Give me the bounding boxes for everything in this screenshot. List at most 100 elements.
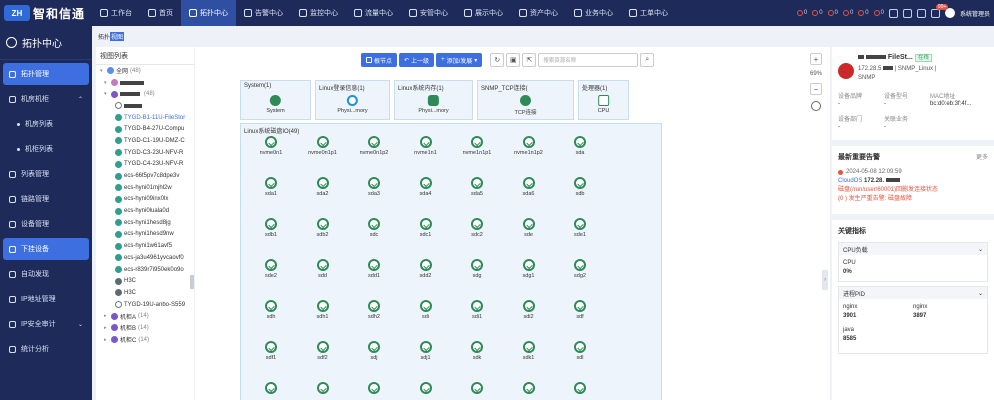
status-counter[interactable]: 0: [873, 10, 884, 16]
disk-node[interactable]: sdf: [560, 300, 600, 320]
disk-node[interactable]: [251, 382, 291, 396]
tab-9[interactable]: 业务中心: [566, 0, 621, 26]
tree-toggle-icon[interactable]: ▾: [104, 80, 109, 86]
status-counter[interactable]: 0: [842, 10, 853, 16]
disk-node[interactable]: sde1: [560, 218, 600, 238]
tree-node[interactable]: TYGD-C3-23U-NFV-R: [96, 147, 194, 159]
tree-node[interactable]: TYGD-C1-19U-DMZ-C: [96, 135, 194, 147]
disk-node[interactable]: [303, 382, 343, 396]
tree-node[interactable]: ▸ 机柜C (14): [96, 334, 194, 346]
disk-node[interactable]: sdb2: [303, 218, 343, 238]
tree-node[interactable]: ecs-66t5pv7c8dpe3v: [96, 170, 194, 182]
tree-node[interactable]: H3C: [96, 275, 194, 287]
tab-2[interactable]: 拓扑中心: [181, 0, 236, 26]
disk-node[interactable]: sdi: [406, 300, 446, 320]
tree-node[interactable]: ecs-ja3u4961yvcaovf0: [96, 252, 194, 264]
tree-node[interactable]: H3C: [96, 287, 194, 299]
tab-8[interactable]: 资产中心: [511, 0, 566, 26]
tree-toggle-icon[interactable]: ▸: [104, 337, 109, 343]
disk-node[interactable]: sdb: [560, 177, 600, 197]
sidebar-item[interactable]: 下挂设备: [3, 238, 89, 260]
fullscreen-icon[interactable]: [888, 8, 898, 18]
tree-node[interactable]: TYGD-B4-27U-Compu: [96, 123, 194, 135]
disk-node[interactable]: sda3: [354, 177, 394, 197]
group-box[interactable]: System(1) System: [240, 80, 311, 120]
sidebar-item[interactable]: 自动发现: [3, 263, 89, 285]
disk-node[interactable]: sdj1: [406, 341, 446, 361]
disk-node[interactable]: sde2: [251, 259, 291, 279]
tree-node[interactable]: ecs-hyni01mjhl2w: [96, 182, 194, 194]
disk-node[interactable]: sdc: [354, 218, 394, 238]
disk-node[interactable]: sdh: [251, 300, 291, 320]
group-node[interactable]: CPU: [598, 95, 609, 114]
disk-node[interactable]: sdc1: [406, 218, 446, 238]
tree-node[interactable]: ecs-hyni0luala0d: [96, 205, 194, 217]
group-node[interactable]: System: [266, 95, 285, 114]
disk-node[interactable]: sda: [560, 136, 600, 156]
sidebar-item[interactable]: 链路管理: [3, 188, 89, 210]
status-counter[interactable]: 0: [827, 10, 838, 16]
disk-node[interactable]: [457, 382, 497, 396]
disk-node[interactable]: sda4: [406, 177, 446, 197]
zoom-out-button[interactable]: −: [810, 83, 822, 95]
disk-node[interactable]: sdg: [457, 259, 497, 279]
disk-node[interactable]: sdb1: [251, 218, 291, 238]
export-button[interactable]: ⇱: [522, 53, 537, 67]
theme-icon[interactable]: [902, 8, 912, 18]
disk-node[interactable]: [560, 382, 600, 396]
tree-node[interactable]: ▾ 全网 (48): [96, 65, 194, 77]
tree-toggle-icon[interactable]: ▾: [100, 68, 105, 74]
search-input[interactable]: 搜索资源名称: [538, 53, 639, 67]
disk-node[interactable]: sda5: [457, 177, 497, 197]
disk-node[interactable]: sda1: [251, 177, 291, 197]
disk-node[interactable]: nvme0n1: [251, 136, 291, 156]
search-button[interactable]: ⌕: [640, 53, 655, 67]
disk-node[interactable]: nvme1n1p1: [457, 136, 497, 156]
tree-node[interactable]: TYGD-19U-anbo-S559: [96, 299, 194, 311]
tree-node[interactable]: ecs-hyni1hesd9nw: [96, 229, 194, 241]
disk-node[interactable]: sdf2: [303, 341, 343, 361]
root-node-button[interactable]: 根节点: [361, 53, 398, 67]
pid-header[interactable]: 进程PID ⌄: [839, 287, 987, 299]
disk-node[interactable]: sdj: [354, 341, 394, 361]
save-button[interactable]: ▣: [506, 53, 521, 67]
disk-node[interactable]: sdd: [303, 259, 343, 279]
disk-node[interactable]: nvme1n1p2: [509, 136, 549, 156]
disk-node[interactable]: sde: [509, 218, 549, 238]
tab-3[interactable]: 告警中心: [236, 0, 291, 26]
group-box[interactable]: 处理器(1) CPU: [578, 80, 629, 120]
tree-toggle-icon[interactable]: ▾: [104, 91, 109, 97]
disk-node[interactable]: sdf1: [251, 341, 291, 361]
disk-node[interactable]: nvme1n1: [406, 136, 446, 156]
tree-node[interactable]: ecs-hyni1hesd8jg: [96, 217, 194, 229]
group-box[interactable]: SNMP_TCP连接(TCP连接: [477, 80, 574, 120]
group-node[interactable]: TCP连接: [514, 95, 537, 116]
disk-node[interactable]: sdd2: [406, 259, 446, 279]
avatar[interactable]: [944, 8, 955, 18]
breadcrumb-prefix[interactable]: 拓扑: [98, 32, 110, 41]
tree-node[interactable]: ▾: [96, 77, 194, 89]
sidebar-item[interactable]: 拓扑管理: [3, 63, 89, 85]
disk-node[interactable]: [509, 382, 549, 396]
tree-node[interactable]: [96, 100, 194, 112]
alarm-item[interactable]: 2024-05-08 12:09:59 CloudOS 172.28. 磁盘(/…: [832, 168, 994, 204]
tab-10[interactable]: 工单中心: [621, 0, 676, 26]
help-icon[interactable]: [916, 8, 926, 18]
tab-0[interactable]: 工作台: [92, 0, 140, 26]
disk-node[interactable]: sdi1: [457, 300, 497, 320]
sidebar-item[interactable]: IP安全审计 ⌄: [3, 313, 89, 335]
group-node[interactable]: Physi...mory: [337, 95, 368, 114]
disk-node[interactable]: [354, 382, 394, 396]
status-counter[interactable]: 0: [858, 10, 869, 16]
group-node[interactable]: Physi...mory: [418, 95, 449, 114]
tree-node[interactable]: ▾ (48): [96, 88, 194, 100]
disk-io-group[interactable]: Linux系统磁盘IO(49) nvme0n1 nvme0n1p1 nvme0n1p…: [240, 123, 662, 400]
sidebar-item[interactable]: 列表管理: [3, 163, 89, 185]
username[interactable]: 系统管理员: [960, 9, 990, 18]
tab-5[interactable]: 流量中心: [346, 0, 401, 26]
panel-collapse-handle[interactable]: ›: [822, 270, 828, 290]
tree-node[interactable]: TYGD-B1-11U-FileStor: [96, 112, 194, 124]
disk-node[interactable]: sdh2: [354, 300, 394, 320]
disk-node[interactable]: sdg2: [560, 259, 600, 279]
sidebar-subitem[interactable]: 机柜列表: [3, 138, 89, 160]
